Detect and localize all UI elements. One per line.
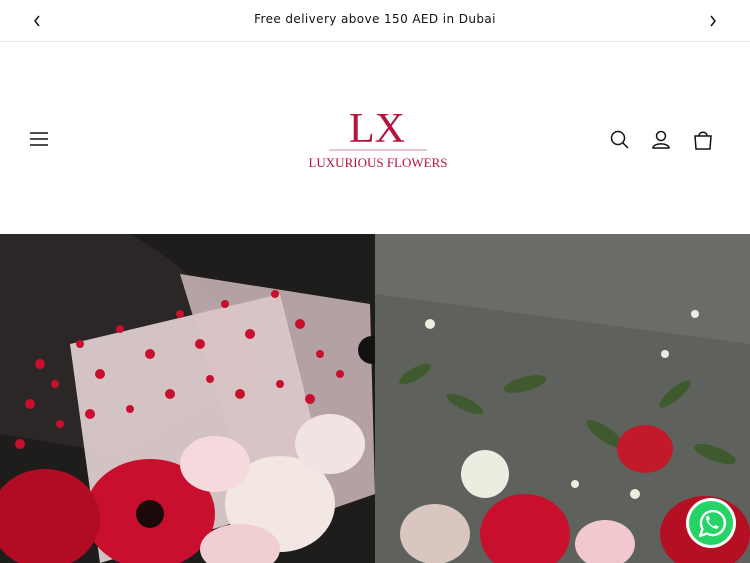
cart-button[interactable] (690, 127, 716, 153)
account-button[interactable] (648, 127, 674, 153)
whatsapp-icon (686, 498, 736, 548)
menu-button[interactable] (27, 128, 51, 150)
announcement-text: Free delivery above 150 AED in Dubai (254, 12, 496, 26)
announcement-bar: Free delivery above 150 AED in Dubai (0, 0, 750, 42)
red-and-white-bouquet-photo (0, 234, 375, 563)
hero-image-left[interactable] (0, 234, 375, 563)
logo-monogram: LX (349, 106, 405, 152)
brand-logo[interactable]: LX LUXURIOUS FLOWERS (305, 100, 451, 180)
site-header: LX LUXURIOUS FLOWERS (0, 43, 750, 234)
cart-icon (694, 131, 712, 150)
whatsapp-chat-button[interactable] (685, 497, 737, 549)
announcement-next-button[interactable] (703, 11, 723, 31)
search-icon (610, 130, 629, 149)
search-button[interactable] (607, 127, 633, 153)
hero-banner (0, 234, 750, 563)
hamburger-menu-icon (30, 132, 48, 146)
account-icon (652, 130, 670, 149)
chevron-right-icon (710, 15, 716, 27)
logo-brand-name: LUXURIOUS FLOWERS (308, 155, 447, 170)
